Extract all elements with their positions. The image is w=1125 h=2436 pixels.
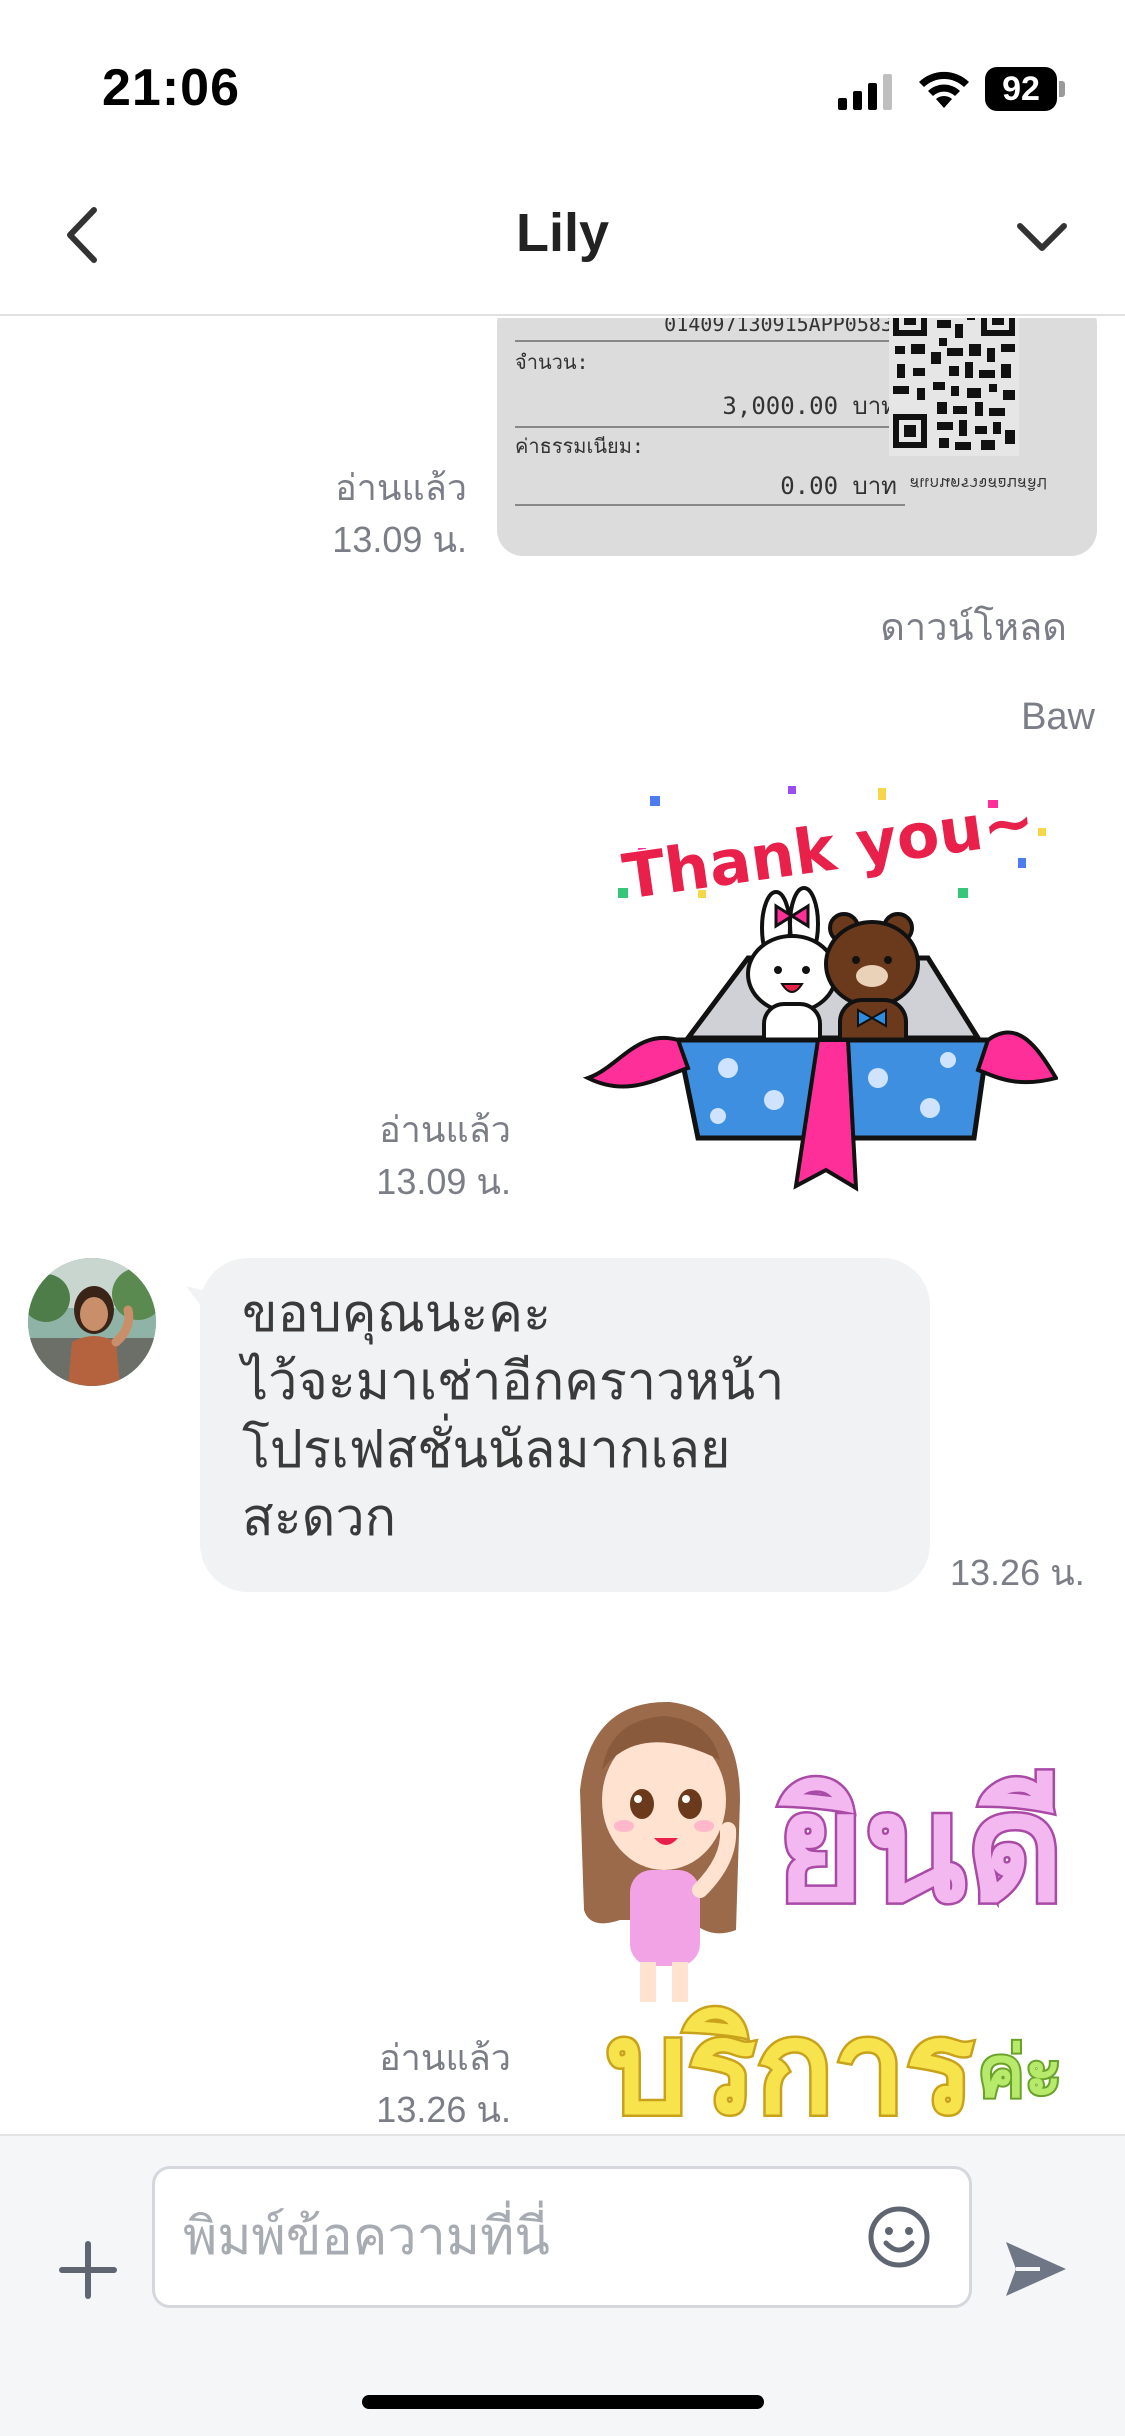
sticker-text-line1: ยินดี <box>776 1762 1064 1936</box>
cellular-signal-icon <box>838 74 892 110</box>
read-status: อ่านแล้ว <box>335 467 467 508</box>
sender-name: Baw <box>1021 696 1095 738</box>
send-icon[interactable] <box>1000 2234 1070 2304</box>
slip-fee-label: ค่าธรรมเนียม: <box>515 434 644 458</box>
wifi-icon <box>919 71 969 108</box>
transfer-slip-image[interactable]: 014097130915APP05834 จำนวน: 3,000.00 บาท… <box>497 318 1097 556</box>
sticker-text: Thank you~ <box>618 784 1038 914</box>
slip-reference: 014097130915APP05834 <box>664 318 905 336</box>
chat-messages: 014097130915APP05834 จำนวน: 3,000.00 บาท… <box>0 318 1125 2134</box>
sticker-text-suffix: ค่ะ <box>978 2031 1062 2113</box>
plus-icon[interactable] <box>54 2236 122 2304</box>
sticker-text-line2: บริการ <box>606 1994 974 2134</box>
contact-avatar[interactable] <box>28 1258 156 1386</box>
slip-fee-value: 0.00 บาท <box>780 472 897 500</box>
message-composer <box>0 2134 1125 2436</box>
message-input[interactable] <box>183 2197 843 2277</box>
slip-amount-value: 3,000.00 บาท <box>722 392 897 420</box>
message-time: 13.09 น. <box>376 1161 511 1202</box>
battery-level: 92 <box>985 67 1057 111</box>
slip-message-meta: อ่านแล้ว 13.09 น. <box>332 462 467 566</box>
status-time: 21:06 <box>102 59 240 117</box>
thank-you-sticker[interactable]: Thank you~ <box>578 778 1058 1196</box>
chat-title: Lily <box>515 203 610 263</box>
message-time: 13.09 น. <box>332 519 467 560</box>
message-text: ขอบคุณนะคะ ไว้จะมาเช่าอีกคราวหน้า โปรเฟส… <box>242 1285 785 1547</box>
avatar-photo <box>28 1258 156 1386</box>
qr-caption: สแกนตรวจสอบสลิป <box>909 474 1047 491</box>
message-input-box[interactable] <box>152 2166 972 2308</box>
status-bar: 21:06 92 <box>0 0 1125 160</box>
sticker-message-meta: อ่านแล้ว 13.09 น. <box>376 1104 511 1208</box>
home-indicator <box>362 2395 764 2409</box>
incoming-message-bubble[interactable]: ขอบคุณนะคะ ไว้จะมาเช่าอีกคราวหน้า โปรเฟส… <box>200 1258 930 1592</box>
qr-code-image <box>889 318 1019 456</box>
battery-icon: 92 <box>985 67 1065 111</box>
chevron-down-icon[interactable] <box>1012 206 1072 266</box>
welcome-sticker[interactable]: ยินดี บริการ ค่ะ <box>560 1680 1080 2134</box>
sticker-message-meta: อ่านแล้ว 13.26 น. <box>376 2032 511 2134</box>
chat-header: Lily <box>0 160 1125 316</box>
read-status: อ่านแล้ว <box>379 2037 511 2078</box>
slip-amount-label: จำนวน: <box>515 350 589 374</box>
read-status: อ่านแล้ว <box>379 1109 511 1150</box>
download-link[interactable]: ดาวน์โหลด <box>880 596 1067 657</box>
smiley-icon[interactable] <box>865 2203 933 2271</box>
message-time: 13.26 น. <box>376 2089 511 2130</box>
message-time: 13.26 น. <box>950 1552 1085 1593</box>
